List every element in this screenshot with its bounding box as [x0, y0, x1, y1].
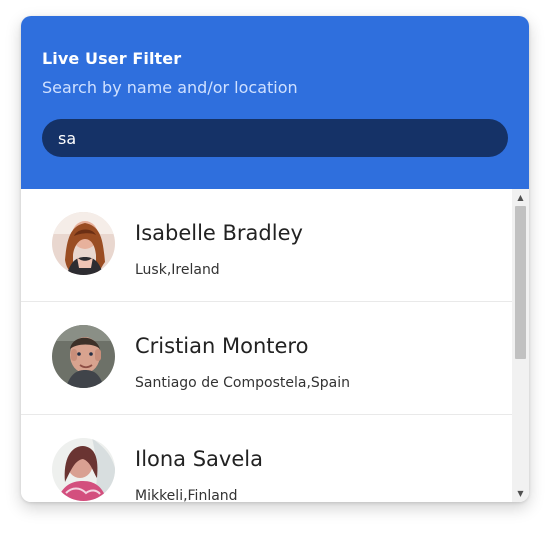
scroll-thumb[interactable]	[515, 206, 526, 359]
page-title: Live User Filter	[42, 49, 182, 68]
user-name: Ilona Savela	[135, 447, 263, 471]
user-photo-icon	[52, 325, 115, 388]
filter-header: Live User Filter Search by name and/or l…	[21, 16, 529, 189]
user-filter-card: Live User Filter Search by name and/or l…	[21, 16, 529, 502]
list-item: Isabelle Bradley Lusk,Ireland	[21, 189, 512, 302]
user-list[interactable]: Isabelle Bradley Lusk,Ireland Cristian M…	[21, 189, 512, 502]
user-photo-icon	[52, 438, 115, 501]
vertical-scrollbar[interactable]: ▲ ▼	[512, 189, 529, 502]
list-item: Cristian Montero Santiago de Compostela,…	[21, 302, 512, 415]
results-panel: Isabelle Bradley Lusk,Ireland Cristian M…	[21, 189, 529, 502]
scroll-up-icon[interactable]: ▲	[512, 189, 529, 206]
user-location: Mikkeli,Finland	[135, 488, 238, 502]
user-name: Cristian Montero	[135, 334, 309, 358]
scroll-down-icon[interactable]: ▼	[512, 485, 529, 502]
avatar	[52, 212, 115, 275]
list-item: Ilona Savela Mikkeli,Finland	[21, 415, 512, 502]
page-subtitle: Search by name and/or location	[42, 78, 298, 97]
user-photo-icon	[52, 212, 115, 275]
search-input[interactable]	[42, 119, 508, 157]
user-location: Lusk,Ireland	[135, 262, 220, 278]
avatar	[52, 438, 115, 501]
user-location: Santiago de Compostela,Spain	[135, 375, 351, 391]
avatar	[52, 325, 115, 388]
user-name: Isabelle Bradley	[135, 221, 303, 245]
